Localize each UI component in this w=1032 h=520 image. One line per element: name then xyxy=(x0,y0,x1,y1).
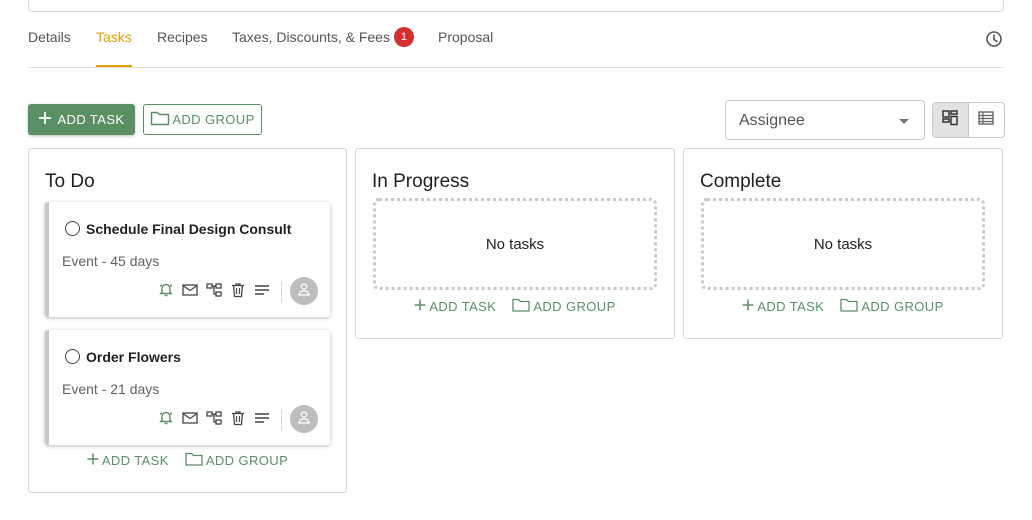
view-toggle xyxy=(932,102,1005,138)
folder-icon xyxy=(840,298,858,315)
assignee-label: Assignee xyxy=(739,112,805,129)
empty-drop-zone: No tasks xyxy=(373,198,657,290)
complete-checkbox[interactable] xyxy=(65,349,80,364)
list-view-icon xyxy=(978,110,994,130)
alarm-icon[interactable] xyxy=(157,409,175,427)
add-group-button[interactable]: ADD GROUP xyxy=(143,104,262,135)
complete-checkbox[interactable] xyxy=(65,221,80,236)
person-icon xyxy=(297,410,311,429)
folder-icon xyxy=(185,452,203,469)
column-add-group-button[interactable]: ADD GROUP xyxy=(840,298,943,315)
tab-details-label: Details xyxy=(28,29,71,45)
trash-icon[interactable] xyxy=(229,409,247,427)
alarm-icon[interactable] xyxy=(157,281,175,299)
notes-icon[interactable] xyxy=(253,409,271,427)
hierarchy-icon[interactable] xyxy=(205,281,223,299)
mail-icon[interactable] xyxy=(181,409,199,427)
folder-icon xyxy=(150,110,170,129)
divider xyxy=(281,282,282,302)
person-icon xyxy=(297,282,311,301)
chevron-down-icon xyxy=(899,119,909,124)
list-view-button[interactable] xyxy=(969,103,1005,137)
grid-view-button[interactable] xyxy=(933,103,969,137)
avatar[interactable] xyxy=(290,405,318,433)
column-add-task-label: ADD TASK xyxy=(757,299,825,314)
column-in-progress: In Progress No tasks ADD TASK ADD GROUP xyxy=(355,148,675,339)
task-due: Event - 21 days xyxy=(62,381,160,397)
add-group-label: ADD GROUP xyxy=(172,112,255,127)
plus-icon xyxy=(742,299,754,314)
plus-icon xyxy=(414,299,426,314)
column-add-task-button[interactable]: ADD TASK xyxy=(742,298,824,315)
tab-recipes[interactable]: Recipes xyxy=(157,29,208,67)
tab-recipes-label: Recipes xyxy=(157,29,208,45)
tab-taxes[interactable]: Taxes, Discounts, & Fees 1 xyxy=(232,27,414,67)
task-title: Order Flowers xyxy=(86,349,181,365)
folder-icon xyxy=(512,298,530,315)
column-title: To Do xyxy=(45,171,95,192)
column-title: In Progress xyxy=(372,171,470,192)
task-due: Event - 45 days xyxy=(62,253,160,269)
notification-badge: 1 xyxy=(393,27,414,47)
task-card[interactable]: Order Flowers Event - 21 days xyxy=(45,330,330,445)
tab-details[interactable]: Details xyxy=(28,29,71,67)
column-to-do: To Do Schedule Final Design Consult Even… xyxy=(28,148,347,493)
hierarchy-icon[interactable] xyxy=(205,409,223,427)
plus-icon xyxy=(38,111,52,128)
grid-view-icon xyxy=(942,109,958,131)
top-card xyxy=(28,0,1004,12)
tab-proposal[interactable]: Proposal xyxy=(438,29,493,67)
tab-tasks-label: Tasks xyxy=(96,29,132,45)
column-add-task-label: ADD TASK xyxy=(429,299,497,314)
column-add-group-label: ADD GROUP xyxy=(205,453,289,468)
tab-tasks[interactable]: Tasks xyxy=(96,29,132,67)
history-icon[interactable] xyxy=(984,29,1004,49)
task-title: Schedule Final Design Consult xyxy=(86,221,292,237)
column-add-group-button[interactable]: ADD GROUP xyxy=(185,452,288,469)
add-task-button[interactable]: ADD TASK xyxy=(28,104,135,135)
task-card[interactable]: Schedule Final Design Consult Event - 45… xyxy=(45,202,330,317)
column-title: Complete xyxy=(700,171,782,192)
column-add-group-label: ADD GROUP xyxy=(533,299,616,314)
column-add-group-button[interactable]: ADD GROUP xyxy=(512,298,615,315)
divider xyxy=(281,410,282,430)
column-add-group-label: ADD GROUP xyxy=(861,299,944,314)
column-add-task-button[interactable]: ADD TASK xyxy=(87,452,169,469)
column-add-task-label: ADD TASK xyxy=(101,453,169,468)
trash-icon[interactable] xyxy=(229,281,247,299)
avatar[interactable] xyxy=(290,277,318,305)
notes-icon[interactable] xyxy=(253,281,271,299)
tab-taxes-label: Taxes, Discounts, & Fees xyxy=(232,29,390,45)
tab-bar: Details Tasks Recipes Taxes, Discounts, … xyxy=(28,22,1004,68)
assignee-select[interactable]: Assignee xyxy=(725,100,925,140)
mail-icon[interactable] xyxy=(181,281,199,299)
empty-drop-zone: No tasks xyxy=(701,198,985,290)
column-complete: Complete No tasks ADD TASK ADD GROUP xyxy=(683,148,1003,339)
tab-proposal-label: Proposal xyxy=(438,29,494,45)
add-task-label: ADD TASK xyxy=(57,112,125,127)
column-add-task-button[interactable]: ADD TASK xyxy=(414,298,496,315)
plus-icon xyxy=(87,453,99,468)
